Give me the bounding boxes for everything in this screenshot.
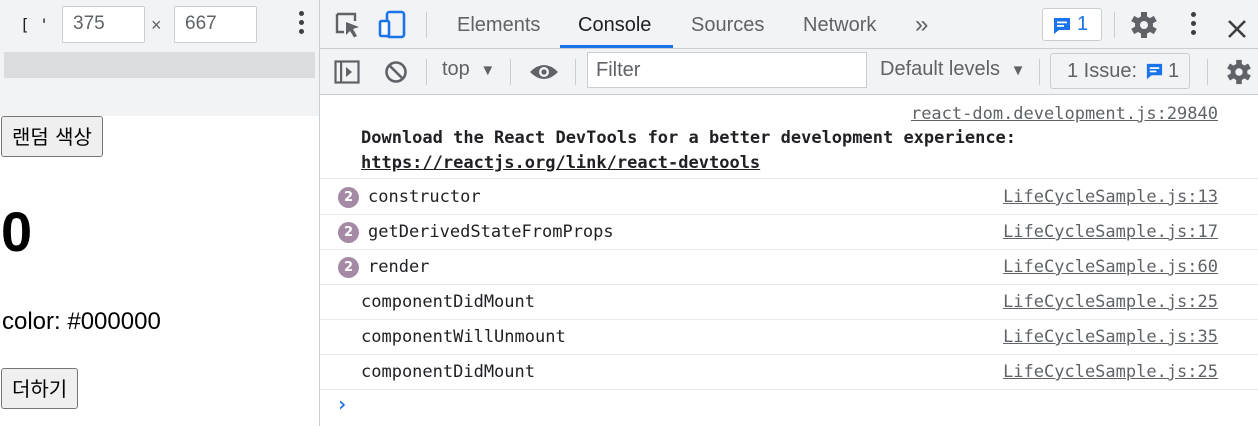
device-width-input[interactable]: 375: [62, 6, 145, 43]
console-message: componentWillUnmount LifeCycleSample.js:…: [320, 320, 1258, 355]
console-settings-gear-icon[interactable]: [1226, 58, 1252, 86]
media-query-ruler[interactable]: [4, 52, 315, 78]
random-color-button[interactable]: 랜덤 색상: [1, 116, 103, 157]
console-message: componentDidMount LifeCycleSample.js:25: [320, 285, 1258, 320]
device-toolbar: [ ' 375 × 667: [0, 0, 319, 49]
message-text: componentWillUnmount: [361, 327, 566, 347]
tab-sources[interactable]: Sources: [691, 0, 764, 48]
repeat-count-badge: 2: [338, 187, 359, 208]
console-message: 2 constructor LifeCycleSample.js:13: [320, 180, 1258, 215]
message-source-link[interactable]: LifeCycleSample.js:13: [1003, 187, 1218, 207]
message-text: constructor: [368, 187, 481, 207]
message-source-link[interactable]: LifeCycleSample.js:25: [1003, 362, 1218, 382]
issues-label: 1 Issue:: [1067, 60, 1138, 82]
toolbar-divider: [426, 59, 427, 85]
more-tabs-icon[interactable]: »: [915, 0, 928, 48]
message-text: componentDidMount: [361, 292, 535, 312]
device-more-options-icon[interactable]: [296, 11, 306, 39]
counter-number: 0: [1, 200, 33, 263]
message-source-link[interactable]: LifeCycleSample.js:17: [1003, 222, 1218, 242]
messages-badge[interactable]: 1: [1042, 8, 1102, 41]
message-source-link[interactable]: LifeCycleSample.js:25: [1003, 292, 1218, 312]
context-label: top: [442, 58, 470, 80]
messages-count: 1: [1077, 13, 1089, 35]
message-source-link[interactable]: LifeCycleSample.js:35: [1003, 327, 1218, 347]
repeat-count-badge: 2: [338, 222, 359, 243]
issues-button[interactable]: 1 Issue: 1: [1050, 53, 1190, 89]
dropdown-arrow-icon: ▼: [1010, 62, 1026, 79]
devtools-link[interactable]: https://reactjs.org/link/react-devtools: [361, 153, 760, 173]
live-expression-eye-icon[interactable]: [529, 62, 559, 82]
device-preview-pane: [ ' 375 × 667 랜덤 색상 0 color: #000000 더하기: [0, 0, 320, 426]
context-selector[interactable]: top ▼: [442, 58, 495, 81]
message-text: getDerivedStateFromProps: [368, 222, 614, 242]
message-text: Download the React DevTools for a better…: [361, 126, 1221, 176]
repeat-count-badge: 2: [338, 257, 359, 278]
toolbar-divider: [1114, 12, 1115, 38]
message-source-link[interactable]: react-dom.development.js:29840: [911, 104, 1218, 124]
message-text: componentDidMount: [361, 362, 535, 382]
toolbar-divider: [575, 59, 576, 85]
toolbar-divider: [1039, 59, 1040, 85]
message-icon: [1054, 18, 1070, 34]
device-toggle-icon[interactable]: [378, 10, 408, 40]
active-tab-indicator: [560, 45, 673, 48]
console-log: react-dom.development.js:29840 Download …: [320, 96, 1258, 426]
console-toolbar: top ▼ Filter Default levels ▼ 1 Issue: 1: [320, 49, 1258, 95]
devtools-tab-bar: Elements Console Sources Network » 1: [320, 0, 1258, 49]
inspect-element-icon[interactable]: [334, 10, 362, 40]
log-levels-dropdown[interactable]: Default levels ▼: [880, 58, 1025, 81]
toolbar-divider: [510, 59, 511, 85]
dropdown-arrow-icon: ▼: [480, 62, 496, 79]
device-mode-glyph: [ ': [20, 15, 49, 34]
console-message: 2 render LifeCycleSample.js:60: [320, 250, 1258, 285]
tab-network[interactable]: Network: [803, 0, 876, 48]
device-height-input[interactable]: 667: [174, 6, 257, 43]
devtools-notice-text: Download the React DevTools for a better…: [361, 128, 1017, 148]
close-devtools-icon[interactable]: [1226, 14, 1248, 44]
toolbar-divider: [1207, 59, 1208, 85]
tab-elements[interactable]: Elements: [457, 0, 540, 48]
console-filter-input[interactable]: Filter: [587, 52, 867, 88]
tab-console[interactable]: Console: [578, 0, 651, 48]
console-message: react-dom.development.js:29840 Download …: [320, 96, 1258, 179]
clear-console-icon[interactable]: [384, 60, 408, 84]
console-message: componentDidMount LifeCycleSample.js:25: [320, 355, 1258, 390]
devtools-panel: Elements Console Sources Network » 1 top…: [320, 0, 1258, 426]
add-button[interactable]: 더하기: [1, 368, 79, 409]
dimension-times-sign: ×: [151, 15, 162, 35]
media-query-bar: [0, 49, 319, 116]
message-source-link[interactable]: LifeCycleSample.js:60: [1003, 257, 1218, 277]
app-viewport: 랜덤 색상 0 color: #000000 더하기: [0, 116, 319, 426]
devtools-more-options-icon[interactable]: [1188, 12, 1198, 40]
issue-message-icon: [1146, 63, 1163, 80]
settings-gear-icon[interactable]: [1130, 10, 1158, 40]
console-message: 2 getDerivedStateFromProps LifeCycleSamp…: [320, 215, 1258, 250]
log-levels-label: Default levels: [880, 58, 1001, 80]
color-text: color: #000000: [2, 308, 161, 335]
message-text: render: [368, 257, 430, 277]
sidebar-toggle-icon[interactable]: [334, 60, 360, 84]
console-prompt[interactable]: ›: [336, 392, 348, 416]
issues-count: 1: [1168, 60, 1180, 82]
toolbar-divider: [426, 12, 427, 38]
